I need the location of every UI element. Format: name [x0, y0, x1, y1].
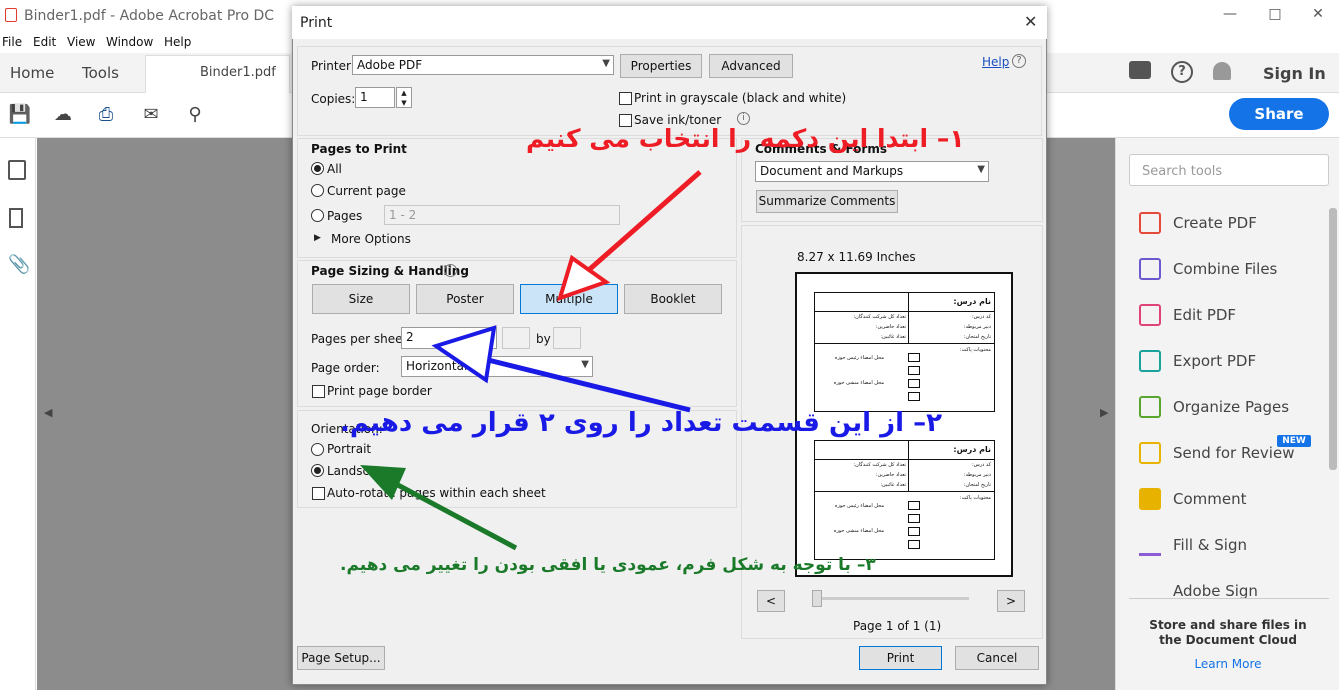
annotation-arrows: [360, 170, 702, 551]
arrow-step1: [556, 170, 702, 302]
annotation-step3: ۳– با توجه به شکل فرم، عمودی یا افقی بود…: [340, 555, 876, 575]
arrow-step3: [360, 465, 518, 551]
arrow-step2: [431, 325, 691, 413]
annotation-step1: ۱– ابتدا این دکمه را انتخاب می کنیم: [526, 124, 965, 153]
annotation-step2: ۲– از این قسمت تعداد را روی ۲ قرار می ده…: [340, 408, 942, 438]
